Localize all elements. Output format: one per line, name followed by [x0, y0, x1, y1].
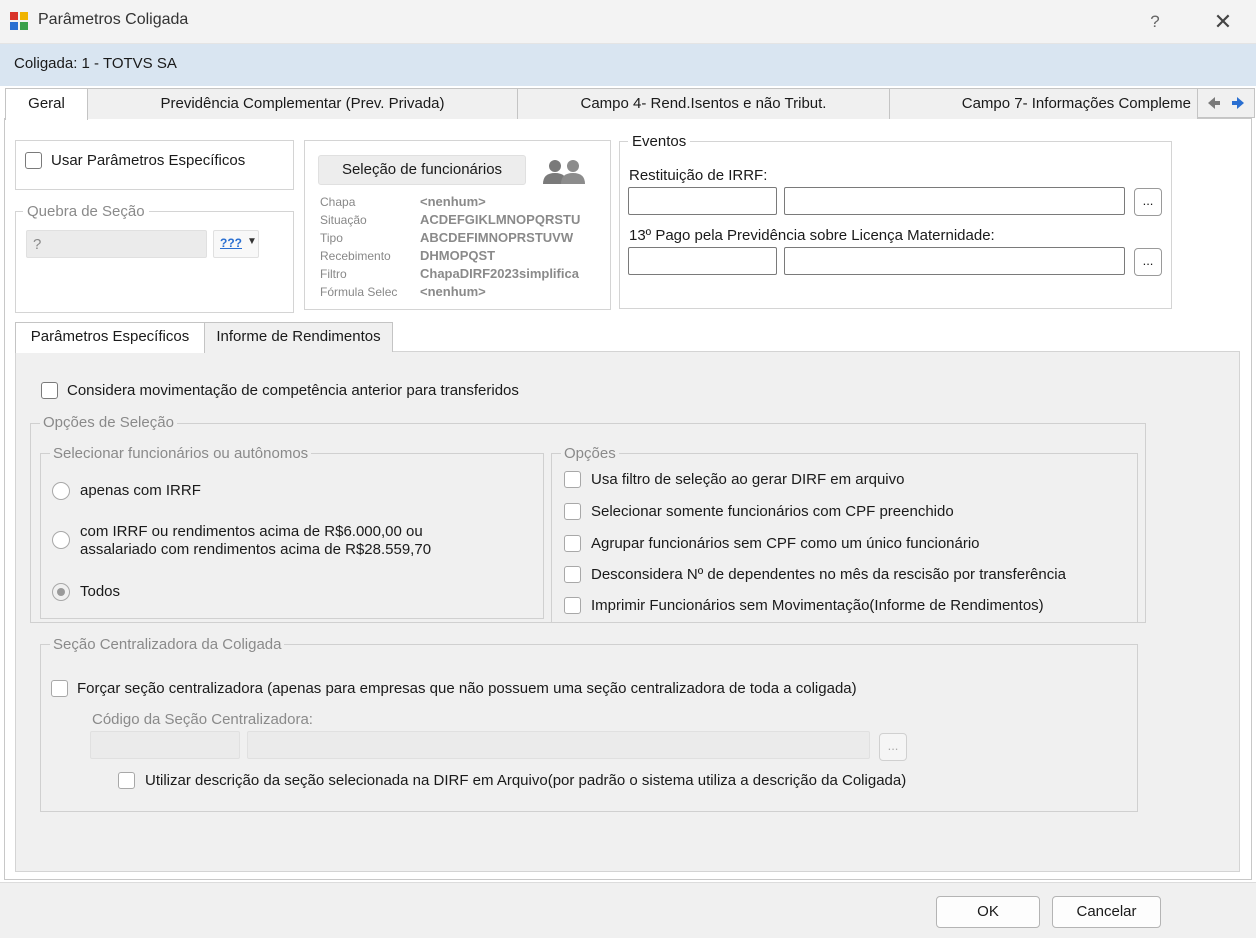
selecao-value-situacao: ACDEFGIKLMNOPQRSTU	[420, 212, 581, 227]
tab-previdencia[interactable]: Previdência Complementar (Prev. Privada)	[87, 88, 518, 119]
selecao-label-chapa: Chapa	[320, 195, 356, 209]
opcao-checkbox-5[interactable]	[564, 597, 581, 614]
codigo-desc-input[interactable]	[247, 731, 870, 759]
opcao-checkbox-3[interactable]	[564, 535, 581, 552]
utilizar-label: Utilizar descrição da seção selecionada …	[145, 772, 907, 789]
selecao-label-tipo: Tipo	[320, 231, 343, 245]
quebra-secao-group	[15, 211, 294, 313]
forcar-checkbox[interactable]	[51, 680, 68, 697]
users-icon	[543, 160, 585, 184]
codigo-input[interactable]	[90, 731, 240, 759]
radio-irrf-rendimentos-label-1: com IRRF ou rendimentos acima de R$6.000…	[80, 523, 423, 540]
restituicao-label: Restituição de IRRF:	[629, 167, 768, 184]
selecao-value-filtro: ChapaDIRF2023simplifica	[420, 266, 579, 281]
opcao-label-5: Imprimir Funcionários sem Movimentação(I…	[591, 597, 1044, 614]
quebra-secao-input[interactable]: ?	[26, 230, 207, 258]
pago-desc-input[interactable]	[784, 247, 1125, 275]
opcao-checkbox-1[interactable]	[564, 471, 581, 488]
window-title: Parâmetros Coligada	[38, 11, 189, 28]
coligada-label: Coligada: 1 - TOTVS SA	[14, 55, 177, 72]
close-icon[interactable]: ✕	[1206, 8, 1240, 36]
radio-irrf-rendimentos-label-2: assalariado com rendimentos acima de R$2…	[80, 541, 432, 558]
codigo-label: Código da Seção Centralizadora:	[92, 711, 313, 728]
radio-todos-label: Todos	[80, 583, 121, 600]
quebra-secao-dropdown-label: ???	[220, 236, 242, 250]
forcar-label: Forçar seção centralizadora (apenas para…	[77, 680, 857, 697]
pago-lookup-button[interactable]: ...	[1134, 248, 1162, 276]
quebra-secao-legend: Quebra de Seção	[23, 203, 149, 220]
subtab-parametros-especificos[interactable]: Parâmetros Específicos	[15, 322, 205, 353]
subtab-informe-rendimentos[interactable]: Informe de Rendimentos	[204, 322, 393, 352]
selecao-value-formula: <nenhum>	[420, 284, 486, 299]
opcao-label-3: Agrupar funcionários sem CPF como um úni…	[591, 535, 980, 552]
arrow-left-icon[interactable]	[1206, 96, 1222, 110]
restituicao-lookup-button[interactable]: ...	[1134, 188, 1162, 216]
restituicao-code-input[interactable]	[628, 187, 777, 215]
opcao-label-1: Usa filtro de seleção ao gerar DIRF em a…	[591, 471, 905, 488]
selecao-value-tipo: ABCDEFIMNOPRSTUVW	[420, 230, 574, 245]
usar-parametros-checkbox[interactable]	[25, 152, 42, 169]
selecao-label-situacao: Situação	[320, 213, 367, 227]
codigo-lookup-button[interactable]: ...	[879, 733, 907, 761]
chevron-down-icon: ▼	[247, 236, 257, 247]
selecionar-legend: Selecionar funcionários ou autônomos	[50, 445, 312, 462]
quebra-secao-dropdown[interactable]: ??? ▼	[213, 230, 259, 258]
tab-scroll	[1197, 88, 1255, 118]
tab-campo4[interactable]: Campo 4- Rend.Isentos e não Tribut.	[517, 88, 890, 119]
app-icon	[10, 12, 28, 30]
eventos-legend: Eventos	[628, 133, 691, 150]
title-bar	[0, 0, 1256, 44]
opcoes-legend: Opções	[561, 445, 619, 462]
arrow-right-icon[interactable]	[1230, 96, 1246, 110]
restituicao-desc-input[interactable]	[784, 187, 1125, 215]
opcao-label-4: Desconsidera Nº de dependentes no mês da…	[591, 566, 1066, 583]
selecao-value-recebimento: DHMOPQST	[420, 248, 496, 263]
selecao-label-recebimento: Recebimento	[320, 249, 391, 263]
tab-geral[interactable]: Geral	[5, 88, 88, 120]
considera-checkbox[interactable]	[41, 382, 58, 399]
opcao-label-2: Selecionar somente funcionários com CPF …	[591, 503, 954, 520]
pago-label: 13º Pago pela Previdência sobre Licença …	[629, 227, 995, 244]
tab-campo7[interactable]: Campo 7- Informações Compleme	[889, 88, 1198, 119]
considera-label: Considera movimentação de competência an…	[67, 382, 519, 399]
radio-todos[interactable]	[52, 583, 70, 601]
usar-parametros-label: Usar Parâmetros Específicos	[51, 152, 246, 169]
pago-code-input[interactable]	[628, 247, 777, 275]
opcoes-selecao-legend: Opções de Seleção	[40, 414, 177, 431]
opcao-checkbox-2[interactable]	[564, 503, 581, 520]
selecao-label-filtro: Filtro	[320, 267, 347, 281]
radio-apenas-irrf-label: apenas com IRRF	[80, 482, 201, 499]
opcao-checkbox-4[interactable]	[564, 566, 581, 583]
coligada-bar	[0, 44, 1256, 86]
selecao-funcionarios-button[interactable]: Seleção de funcionários	[318, 155, 526, 185]
cancel-button[interactable]: Cancelar	[1052, 896, 1161, 928]
ok-button[interactable]: OK	[936, 896, 1040, 928]
utilizar-checkbox[interactable]	[118, 772, 135, 789]
radio-irrf-rendimentos[interactable]	[52, 531, 70, 549]
radio-apenas-irrf[interactable]	[52, 482, 70, 500]
secao-centralizadora-legend: Seção Centralizadora da Coligada	[50, 636, 285, 653]
selecao-value-chapa: <nenhum>	[420, 194, 486, 209]
help-button[interactable]: ?	[1140, 8, 1170, 36]
selecao-label-formula: Fórmula Selec	[320, 285, 398, 299]
